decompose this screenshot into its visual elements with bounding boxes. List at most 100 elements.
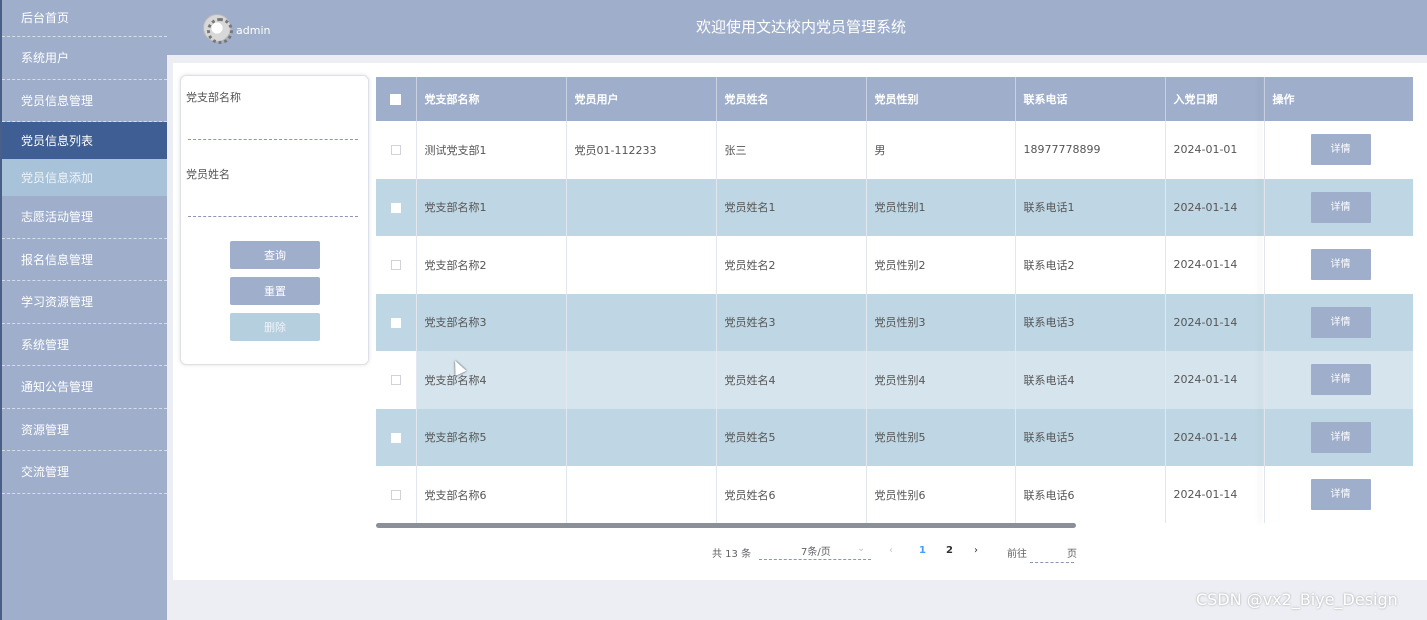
cell-phone: 联系电话5 (1015, 408, 1166, 466)
row-select-cell (376, 178, 417, 236)
table-row: 测试党支部1 党员01-112233 张三 男 18977778899 2024… (376, 121, 1413, 179)
cell-phone: 联系电话3 (1015, 293, 1166, 351)
sidebar-item-system-users[interactable]: 系统用户 (2, 37, 167, 80)
table-row: 党支部名称3 党员姓名3 党员性别3 联系电话3 2024-01-14 详情 (376, 293, 1413, 351)
cell-user (566, 236, 717, 294)
row-select-cell (376, 293, 417, 351)
sidebar-item-member-list[interactable]: 党员信息列表 (2, 122, 167, 159)
query-button[interactable]: 查询 (230, 241, 320, 269)
next-page-icon[interactable]: › (974, 545, 978, 556)
cell-user (566, 293, 717, 351)
sidebar-item-learning[interactable]: 学习资源管理 (2, 281, 167, 324)
branch-input[interactable] (188, 116, 358, 140)
table-row: 党支部名称1 党员姓名1 党员性别1 联系电话1 2024-01-14 详情 (376, 178, 1413, 236)
row-select-cell (376, 121, 417, 179)
column-header-date: 入党日期 (1165, 77, 1265, 121)
select-all-checkbox[interactable] (390, 94, 402, 105)
row-checkbox[interactable] (390, 145, 401, 156)
sidebar-item-member-add[interactable]: 党员信息添加 (2, 159, 167, 196)
cell-branch: 党支部名称3 (416, 293, 567, 351)
sidebar-item-label: 系统用户 (21, 51, 70, 66)
sidebar-item-system[interactable]: 系统管理 (2, 324, 167, 366)
horizontal-scrollbar[interactable] (376, 523, 1076, 528)
sidebar-item-notice[interactable]: 通知公告管理 (2, 366, 167, 409)
page-number-2[interactable]: 2 (946, 545, 953, 556)
name-input[interactable] (188, 193, 358, 217)
sidebar-item-volunteer[interactable]: 志愿活动管理 (2, 196, 167, 239)
sidebar-item-label: 系统管理 (21, 337, 70, 352)
cell-actions: 详情 (1264, 121, 1413, 179)
sidebar-item-label: 报名信息管理 (21, 252, 94, 267)
column-header-user: 党员用户 (566, 77, 717, 121)
cell-name: 党员姓名5 (716, 408, 867, 466)
top-header: admin 欢迎使用文达校内党员管理系统 (167, 0, 1427, 55)
row-checkbox[interactable] (390, 432, 401, 443)
detail-button[interactable]: 详情 (1310, 421, 1371, 453)
detail-button[interactable]: 详情 (1310, 479, 1371, 511)
delete-button[interactable]: 删除 (230, 313, 320, 341)
cell-name: 党员姓名1 (716, 178, 867, 236)
sidebar-item-label: 资源管理 (21, 422, 70, 437)
page-size-value: 7条/页 (801, 547, 831, 558)
sidebar-item-label: 党员信息添加 (21, 171, 94, 185)
cell-gender: 男 (866, 121, 1016, 179)
cell-branch: 测试党支部1 (416, 121, 567, 179)
cell-actions: 详情 (1264, 236, 1413, 294)
cell-date: 2024-01-14 (1165, 351, 1265, 409)
detail-button[interactable]: 详情 (1310, 134, 1371, 166)
row-checkbox[interactable] (390, 375, 401, 386)
sidebar-item-home[interactable]: 后台首页 (2, 0, 167, 37)
cell-branch: 党支部名称6 (416, 466, 567, 523)
table-header-row: 党支部名称 党员用户 党员姓名 党员性别 联系电话 入党日期 操作 (376, 77, 1413, 121)
page-size-select[interactable]: 7条/页 ⌄ (759, 540, 871, 560)
cell-gender: 党员性别3 (866, 293, 1016, 351)
prev-page-icon[interactable]: ‹ (889, 545, 893, 556)
cell-user: 党员01-112233 (566, 121, 717, 179)
detail-button[interactable]: 详情 (1310, 191, 1371, 223)
chevron-down-icon: ⌄ (857, 543, 866, 554)
page-number-1[interactable]: 1 (919, 545, 926, 556)
cell-date: 2024-01-14 (1165, 408, 1265, 466)
cell-date: 2024-01-14 (1165, 236, 1265, 294)
cell-phone: 联系电话1 (1015, 178, 1166, 236)
row-select-cell (376, 466, 417, 523)
sidebar-item-resources[interactable]: 资源管理 (2, 409, 167, 451)
detail-button[interactable]: 详情 (1310, 249, 1371, 281)
column-header-name: 党员姓名 (716, 77, 867, 121)
cell-gender: 党员性别6 (866, 466, 1016, 523)
sidebar-item-member-management[interactable]: 党员信息管理 (2, 80, 167, 122)
sidebar-item-label: 后台首页 (21, 11, 70, 25)
sidebar-item-registration[interactable]: 报名信息管理 (2, 239, 167, 281)
cell-branch: 党支部名称5 (416, 408, 567, 466)
page-title: 欢迎使用文达校内党员管理系统 (695, 18, 906, 36)
reset-button[interactable]: 重置 (230, 277, 320, 305)
row-checkbox[interactable] (390, 260, 401, 271)
watermark: CSDN @vx2_Biye_Design (1196, 590, 1398, 609)
row-checkbox[interactable] (390, 202, 401, 213)
cell-actions: 详情 (1264, 178, 1413, 236)
row-checkbox[interactable] (390, 490, 401, 501)
cell-branch: 党支部名称4 (416, 351, 567, 409)
table-row: 党支部名称2 党员姓名2 党员性别2 联系电话2 2024-01-14 详情 (376, 236, 1413, 294)
cell-actions: 详情 (1264, 293, 1413, 351)
cell-user (566, 178, 717, 236)
row-select-cell (376, 351, 417, 409)
cell-phone: 联系电话4 (1015, 351, 1166, 409)
cell-gender: 党员性别2 (866, 236, 1016, 294)
page-suffix: 页 (1067, 549, 1077, 560)
sidebar-item-communication[interactable]: 交流管理 (2, 451, 167, 494)
pagination-total: 共 13 条 (712, 549, 752, 560)
sidebar-item-label: 志愿活动管理 (21, 210, 94, 225)
detail-button[interactable]: 详情 (1310, 306, 1371, 338)
cell-user (566, 351, 717, 409)
row-checkbox[interactable] (390, 317, 401, 328)
cell-date: 2024-01-14 (1165, 293, 1265, 351)
cell-phone: 联系电话6 (1015, 466, 1166, 523)
sidebar-item-label: 党员信息列表 (21, 134, 94, 148)
column-header-branch: 党支部名称 (416, 77, 567, 121)
cell-user (566, 466, 717, 523)
detail-button[interactable]: 详情 (1310, 364, 1371, 396)
sidebar-item-label: 通知公告管理 (21, 380, 94, 395)
select-all-cell (376, 77, 417, 121)
goto-label: 前往 (1007, 549, 1027, 560)
